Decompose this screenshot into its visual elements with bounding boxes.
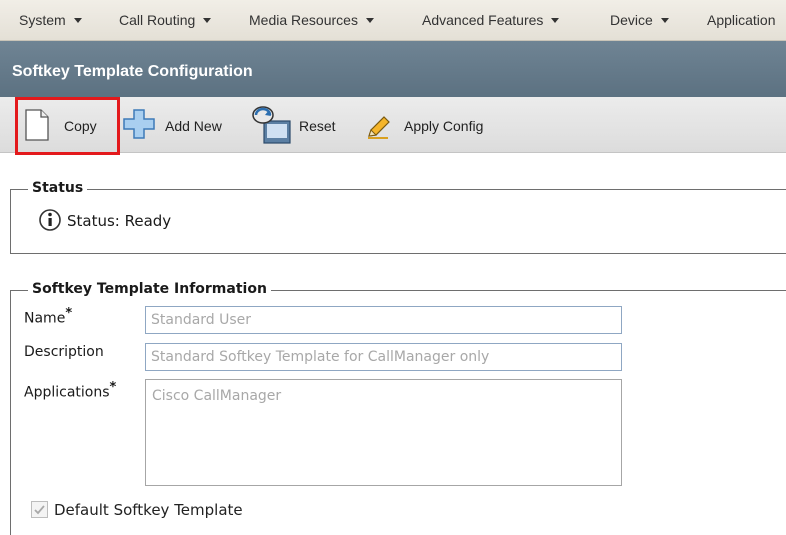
- name-label-text: Name: [24, 310, 66, 327]
- menu-system[interactable]: System: [19, 12, 82, 28]
- name-label: Name*: [24, 306, 72, 327]
- info-icon: [39, 209, 61, 231]
- chevron-down-icon: [203, 18, 212, 23]
- name-field[interactable]: Standard User: [145, 306, 622, 334]
- menu-call-routing-label: Call Routing: [119, 12, 196, 28]
- menu-application-label: Application: [707, 12, 776, 28]
- default-template-label: Default Softkey Template: [54, 501, 243, 519]
- add-new-button-label: Add New: [165, 118, 222, 134]
- pencil-icon: [368, 116, 390, 139]
- menu-call-routing[interactable]: Call Routing: [119, 12, 212, 28]
- page-title-bar: Softkey Template Configuration: [0, 41, 786, 97]
- checkmark-icon: [34, 505, 45, 515]
- chevron-down-icon: [73, 18, 82, 23]
- menu-advanced-features-label: Advanced Features: [422, 12, 544, 28]
- reset-button-label: Reset: [299, 118, 336, 134]
- info-legend: Softkey Template Information: [28, 281, 271, 297]
- applications-field[interactable]: Cisco CallManager: [145, 379, 622, 486]
- name-required-mark: *: [65, 306, 73, 321]
- applications-label-text: Applications: [24, 384, 110, 401]
- menu-system-label: System: [19, 12, 66, 28]
- reset-icon: [252, 106, 291, 144]
- description-label: Description: [24, 344, 104, 360]
- add-new-button[interactable]: Add New: [122, 97, 237, 153]
- info-fieldset-left-border: [10, 290, 11, 535]
- chevron-down-icon: [365, 18, 374, 23]
- menu-media-resources-label: Media Resources: [249, 12, 358, 28]
- status-message: Status: Ready: [67, 212, 172, 230]
- menu-media-resources[interactable]: Media Resources: [249, 12, 374, 28]
- reset-button[interactable]: Reset: [252, 97, 347, 153]
- apply-config-button[interactable]: Apply Config: [364, 97, 504, 153]
- status-fieldset-top-border: [10, 189, 786, 190]
- status-legend: Status: [28, 180, 88, 196]
- description-field[interactable]: Standard Softkey Template for CallManage…: [145, 343, 622, 371]
- plus-icon: [123, 109, 155, 139]
- menu-device[interactable]: Device: [610, 12, 669, 28]
- menu-advanced-features[interactable]: Advanced Features: [422, 12, 560, 28]
- copy-highlight-box: [15, 97, 120, 155]
- applications-required-mark: *: [109, 380, 117, 395]
- toolbar: Copy Add New Reset Apply Config: [0, 97, 786, 155]
- default-template-checkbox[interactable]: [31, 501, 48, 518]
- top-menu-bar: System Call Routing Media Resources Adva…: [0, 0, 786, 41]
- chevron-down-icon: [660, 18, 669, 23]
- applications-label: Applications*: [24, 380, 116, 401]
- menu-device-label: Device: [610, 12, 653, 28]
- menu-application[interactable]: Application: [707, 12, 776, 28]
- chevron-down-icon: [551, 18, 560, 23]
- page-title: Softkey Template Configuration: [12, 63, 253, 80]
- status-fieldset-bottom-border: [10, 253, 786, 254]
- status-fieldset-left-border: [10, 189, 11, 253]
- apply-config-button-label: Apply Config: [404, 118, 484, 134]
